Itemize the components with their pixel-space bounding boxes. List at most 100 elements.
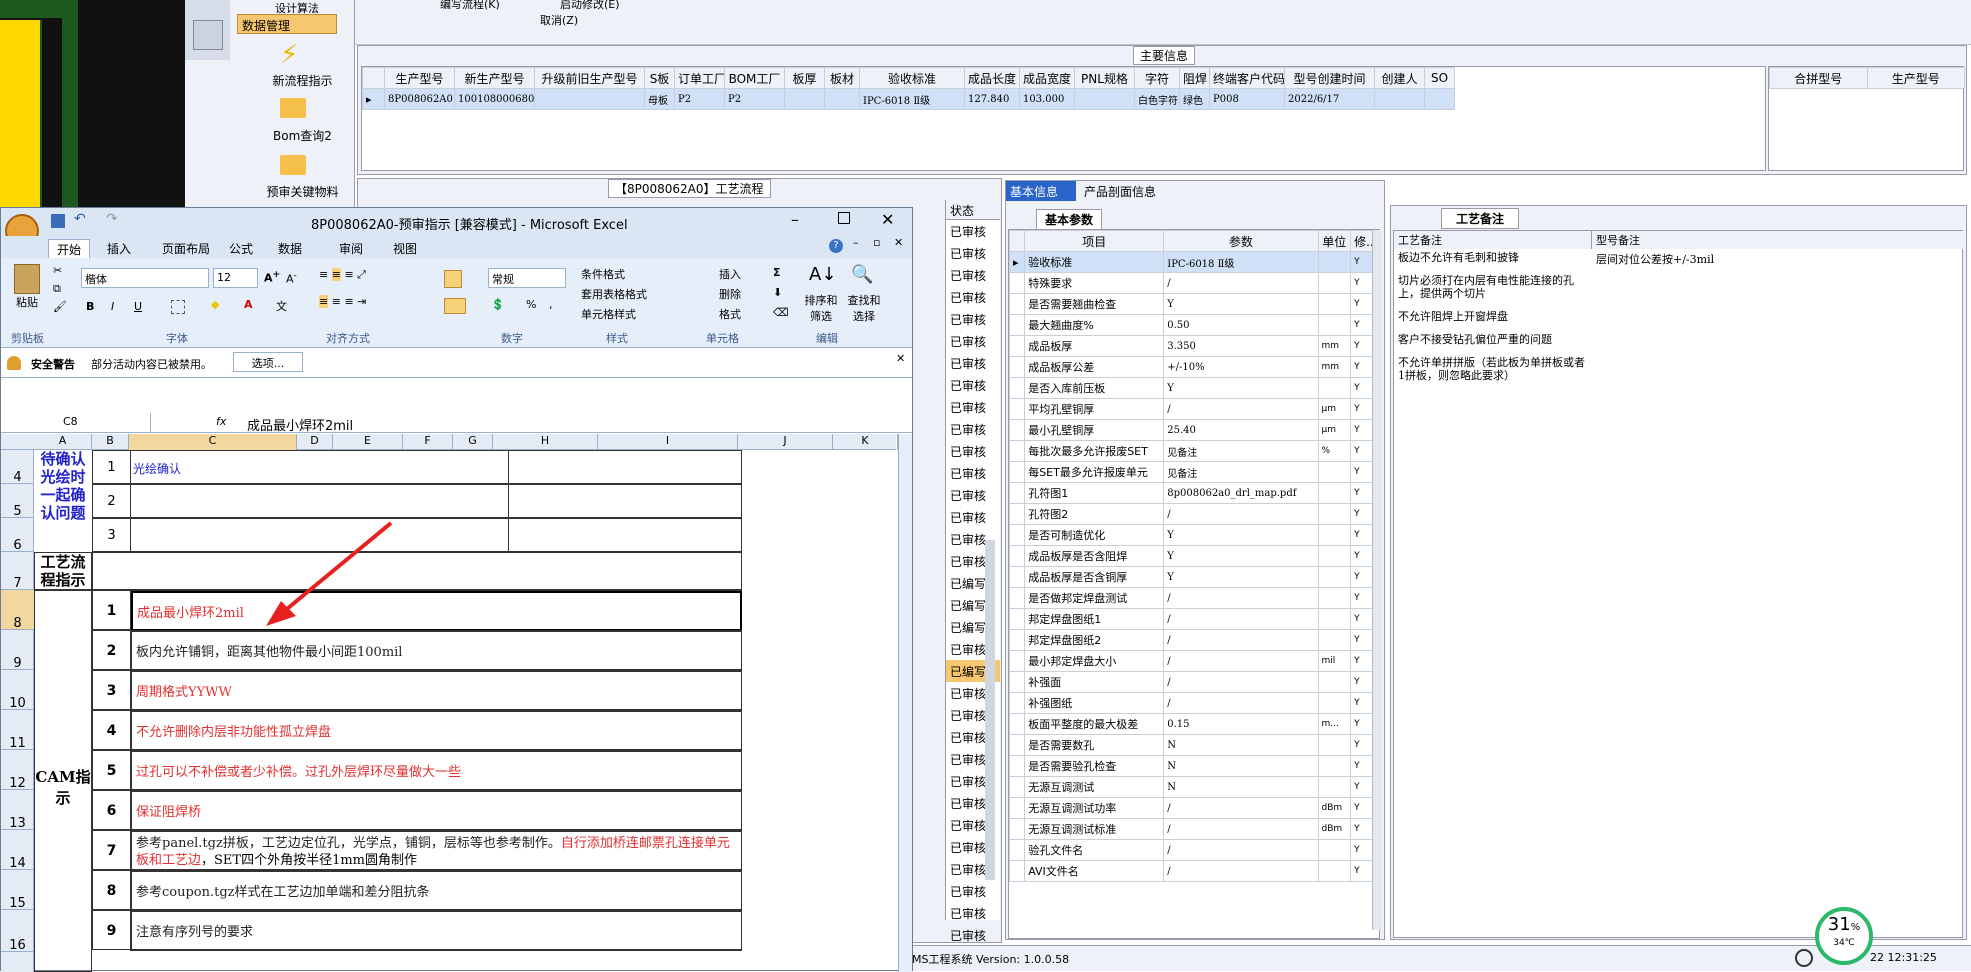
col-header[interactable]: SO [1424,67,1455,89]
col-header[interactable]: BOM工厂 [724,67,785,89]
align-top-icon[interactable]: ≡ [319,268,328,281]
cell[interactable]: 8p008062a0_drl_map.pdf [1163,482,1319,504]
font-name-select[interactable]: 楷体 [81,268,209,288]
cell[interactable] [1317,377,1352,399]
delete-cells-button[interactable]: 删除 [719,286,741,302]
col-param[interactable]: 参数 [1163,230,1319,252]
cell[interactable] [1317,734,1352,756]
cell[interactable]: 最大翘曲度% [1024,314,1165,336]
row-header[interactable]: 14 [1,830,34,871]
status-item[interactable]: 已审核 [946,220,1000,242]
undo-icon[interactable]: ↶ [74,211,86,227]
cell[interactable]: Y [1163,524,1319,546]
table-format-button[interactable]: 套用表格格式 [581,286,691,302]
cell[interactable] [824,88,860,110]
font-color-icon[interactable]: A [244,298,253,311]
tab-basic-info[interactable]: 基本信息 [1006,181,1076,201]
cell[interactable]: / [1163,818,1319,840]
table-row[interactable]: 无源互调测试功率 / dBm Y [1009,797,1375,819]
cell[interactable]: Y [1163,377,1319,399]
ribbon-restore[interactable]: ▫ [873,236,880,249]
data-mgmt-item[interactable]: 数据管理 [237,14,337,34]
table-row[interactable]: 是否入库前压板 Y Y [1009,377,1375,399]
cell[interactable]: / [1163,608,1319,630]
cell[interactable]: Y [1350,860,1375,882]
cell[interactable]: Y [1350,461,1375,483]
row-header[interactable]: 11 [1,710,34,751]
table-row[interactable]: 无源互调测试 N Y [1009,776,1375,798]
table-row[interactable]: 最小邦定焊盘大小 / mil Y [1009,650,1375,672]
cell[interactable]: 白色字符 [1134,88,1180,110]
cell[interactable]: / [1163,860,1319,882]
status-item[interactable]: 已审核 [946,462,1000,484]
cell[interactable]: +/-10% [1163,356,1319,378]
column-header[interactable]: I [598,434,738,450]
phonetic-icon[interactable]: 文 [276,298,287,314]
help-icon[interactable]: ? [829,239,843,253]
cell[interactable]: 是否做邦定焊盘测试 [1024,587,1165,609]
cell[interactable]: 补强图纸 [1024,692,1165,714]
cell[interactable]: 孔符图2 [1024,503,1165,525]
excel-tab[interactable]: 页面布局 [154,239,218,258]
cell[interactable]: 邦定焊盘图纸1 [1024,608,1165,630]
cell[interactable]: 无源互调测试标准 [1024,818,1165,840]
cell[interactable]: Y [1350,608,1375,630]
cell[interactable] [1317,587,1352,609]
status-item[interactable]: 已审核 [946,308,1000,330]
table-row[interactable]: 板面平整度的最大极差 0.15 m... Y [1009,713,1375,735]
cell[interactable]: 补强面 [1024,671,1165,693]
merge-icon[interactable] [444,298,466,314]
col-header[interactable]: 成品宽度 [1019,67,1075,89]
wrap-icon[interactable] [444,270,462,288]
table-row[interactable]: 邦定焊盘图纸1/ Y [1009,608,1375,630]
confirm-cell[interactable]: 光绘确认 [133,460,181,477]
cell[interactable]: Y [1350,692,1375,714]
cell[interactable]: Y [1350,776,1375,798]
table-row[interactable]: 孔符图1 8p008062a0_drl_map.pdf Y [1009,482,1375,504]
cell[interactable] [1317,503,1352,525]
col-header[interactable]: 验收标准 [859,67,965,89]
excel-tab[interactable]: 审阅 [331,239,371,258]
cell[interactable] [1317,293,1352,315]
cell[interactable]: Y [1350,713,1375,735]
col-unit[interactable]: 单位 [1317,230,1352,252]
row-header[interactable]: 8 [1,590,34,631]
cell[interactable]: N [1163,734,1319,756]
excel-tab[interactable]: 视图 [385,239,425,258]
fill-color-icon[interactable]: ◆ [211,298,219,311]
fill-icon[interactable]: ⬇ [773,286,782,299]
copy-icon[interactable]: ⧉ [53,282,61,296]
table-row[interactable]: 无源互调测试标准 / dBm Y [1009,818,1375,840]
format-cells-button[interactable]: 格式 [719,306,741,322]
row-header[interactable]: 9 [1,630,34,671]
cell[interactable] [1317,839,1352,861]
column-header[interactable]: E [333,434,403,450]
table-row[interactable]: 是否做邦定焊盘测试 / Y [1009,587,1375,609]
cell[interactable]: 是否需要数孔 [1024,734,1165,756]
close-button[interactable]: ✕ [881,210,894,229]
tab-basic-params[interactable]: 基本参数 [1036,209,1103,230]
cell[interactable]: Y [1163,545,1319,567]
cell[interactable]: 每批次最多允许报废SET [1024,440,1165,462]
cpu-gauge[interactable]: 31% 34℃ [1815,907,1873,965]
cell[interactable] [1317,482,1352,504]
row-header[interactable]: 15 [1,870,34,911]
cell[interactable]: μm [1317,398,1352,420]
paste-button[interactable]: 粘贴 [7,264,47,320]
cell[interactable]: Y [1350,650,1375,672]
cell[interactable]: Y [1350,566,1375,588]
cell[interactable]: / [1163,587,1319,609]
cell[interactable] [1317,776,1352,798]
align-group[interactable]: ≡ ≡ ≡ ⤢ ≡ ≡ ≡ ⇥ [319,268,439,318]
options-button[interactable]: 选项... [233,352,303,372]
cell[interactable]: 成品板厚是否含铜厚 [1024,566,1165,588]
table-row[interactable]: 特殊要求 / Y [1009,272,1375,294]
cell[interactable] [534,88,645,110]
cell[interactable] [1317,524,1352,546]
save-icon[interactable] [51,214,65,228]
cell[interactable]: 3.350 [1163,335,1319,357]
cell[interactable]: 127.840 [964,88,1020,110]
status-item[interactable]: 已审核 [946,330,1000,352]
cell[interactable]: 见备注 [1163,440,1319,462]
underline-button[interactable]: U [134,300,142,313]
